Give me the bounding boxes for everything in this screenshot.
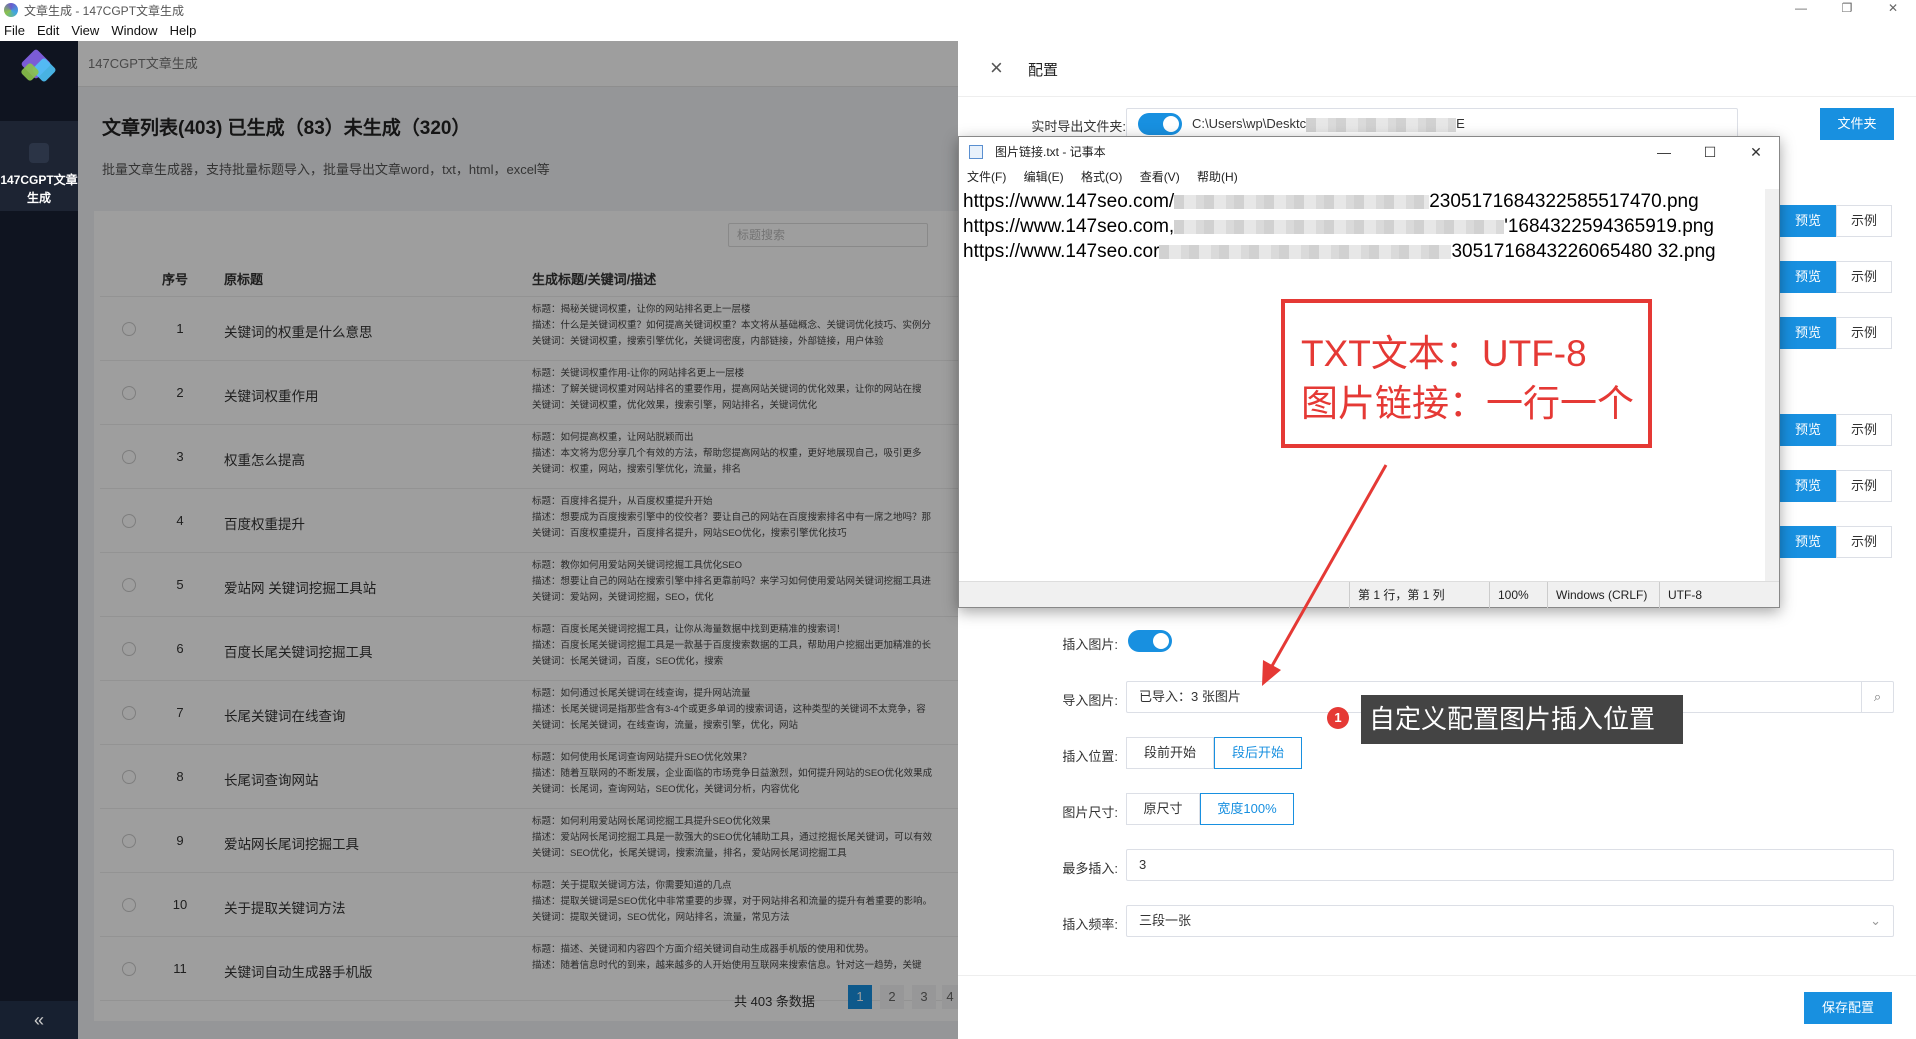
search-icon[interactable]: ⌕ [1861,682,1893,712]
notepad-close-button[interactable]: ✕ [1733,137,1779,167]
notepad-minimize-button[interactable]: — [1641,137,1687,167]
window-title: 文章生成 - 147CGPT文章生成 [24,3,185,18]
example-button-6[interactable]: 示例 [1836,526,1892,558]
insert-image-toggle[interactable] [1128,630,1172,652]
notepad-maximize-button[interactable]: ☐ [1687,137,1733,167]
annotation-box: TXT文本：UTF-8 图片链接：一行一个 [1281,299,1652,448]
notepad-icon [969,145,983,159]
max-insert-input[interactable]: 3 [1126,849,1894,881]
notepad-titlebar: 图片链接.txt - 记事本 — ☐ ✕ [959,137,1779,167]
notepad-scrollbar[interactable] [1765,189,1779,581]
collapse-sidebar-button[interactable]: « [0,1001,78,1039]
save-config-button[interactable]: 保存配置 [1804,992,1892,1024]
brand-logo-icon [20,48,57,83]
notepad-title: 图片链接.txt - 记事本 [995,145,1106,159]
annotation-line-links: 图片链接：一行一个 [1301,383,1634,424]
minimize-button[interactable]: — [1778,0,1824,20]
preview-button-2[interactable]: 预览 [1780,261,1836,293]
preview-button-3[interactable]: 预览 [1780,317,1836,349]
menu-view[interactable]: View [71,23,99,38]
notepad-menu-view[interactable]: 查看(V) [1140,170,1180,184]
cursor-position: 第 1 行，第 1 列 [1349,582,1445,608]
window-titlebar: 文章生成 - 147CGPT文章生成 — ❐ ✕ [0,0,1916,20]
example-button-3[interactable]: 示例 [1836,317,1892,349]
close-icon[interactable]: × [990,55,1003,81]
export-folder-label: 实时导出文件夹: [1031,119,1126,134]
notepad-menu-edit[interactable]: 编辑(E) [1024,170,1064,184]
notepad-menu-help[interactable]: 帮助(H) [1197,170,1238,184]
preview-button-4[interactable]: 预览 [1780,414,1836,446]
position-after-option[interactable]: 段后开始 [1214,737,1302,769]
article-icon [29,143,49,163]
sidebar-item-article-gen[interactable]: 147CGPT文章生成 [0,121,78,211]
preview-button-6[interactable]: 预览 [1780,526,1836,558]
export-toggle-knob[interactable] [1138,113,1182,135]
maximize-button[interactable]: ❐ [1824,0,1870,20]
drawer-title: 配置 [1028,62,1059,79]
url-line-3: https://www.147seo.cor 305171684322606548… [963,241,1716,262]
import-image-label: 导入图片: [1062,693,1118,708]
max-insert-label: 最多插入: [1062,861,1118,876]
modal-mask[interactable] [78,41,958,1039]
insert-frequency-label: 插入频率: [1062,917,1118,932]
notepad-statusbar: 第 1 行，第 1 列 100% Windows (CRLF) UTF-8 [959,581,1779,608]
close-window-button[interactable]: ✕ [1870,0,1916,20]
menu-help[interactable]: Help [170,23,197,38]
notepad-menu: 文件(F) 编辑(E) 格式(O) 查看(V) 帮助(H) [959,167,1779,187]
line-ending: Windows (CRLF) [1547,582,1647,608]
size-full-width-option[interactable]: 宽度100% [1200,793,1294,825]
left-sidebar: 147CGPT文章生成 « [0,41,78,1039]
example-button-5[interactable]: 示例 [1836,470,1892,502]
insert-position-label: 插入位置: [1062,749,1118,764]
preview-button-5[interactable]: 预览 [1780,470,1836,502]
folder-button[interactable]: 文件夹 [1820,108,1894,140]
zoom-level: 100% [1489,582,1529,608]
menu-window[interactable]: Window [111,23,157,38]
annotation-tip: 自定义配置图片插入位置 [1361,695,1683,744]
preview-button-1[interactable]: 预览 [1780,205,1836,237]
annotation-line-encoding: TXT文本：UTF-8 [1301,333,1587,374]
insert-frequency-select[interactable]: 三段一张 ⌄ [1126,905,1894,937]
size-original-option[interactable]: 原尺寸 [1126,793,1200,825]
example-button-2[interactable]: 示例 [1836,261,1892,293]
app-logo-icon [4,3,18,17]
step-badge: 1 [1327,707,1349,729]
sidebar-item-label: 147CGPT文章生成 [0,173,78,205]
drawer-header: × 配置 [958,41,1916,97]
notepad-menu-format[interactable]: 格式(O) [1081,170,1122,184]
drawer-footer-divider [958,975,1916,976]
example-button-4[interactable]: 示例 [1836,414,1892,446]
url-line-1: https://www.147seo.com/23051716843225855… [963,191,1699,212]
menu-bar: File Edit View Window Help [0,20,1916,41]
chevron-down-icon: ⌄ [1870,913,1881,928]
example-button-1[interactable]: 示例 [1836,205,1892,237]
notepad-text-area[interactable]: https://www.147seo.com/23051716843225855… [963,189,1763,264]
insert-image-label: 插入图片: [1062,637,1118,652]
encoding: UTF-8 [1659,582,1702,608]
url-line-2: https://www.147seo.com, '1684322594365919… [963,216,1714,237]
image-size-label: 图片尺寸: [1062,805,1118,820]
notepad-menu-file[interactable]: 文件(F) [967,170,1006,184]
menu-edit[interactable]: Edit [37,23,59,38]
redacted-path [1306,117,1457,132]
menu-file[interactable]: File [4,23,25,38]
position-before-option[interactable]: 段前开始 [1126,737,1214,769]
